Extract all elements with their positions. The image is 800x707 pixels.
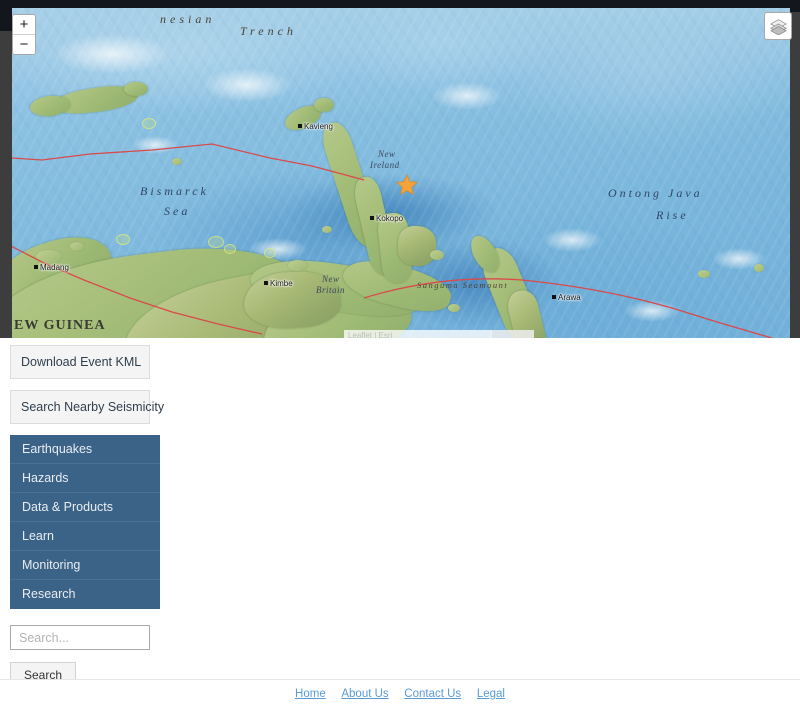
sidebar-item-monitoring[interactable]: Monitoring (10, 551, 160, 580)
footer-link-about-us[interactable]: About Us (341, 688, 388, 700)
sidebar-item-data-products[interactable]: Data & Products (10, 493, 160, 522)
search-nearby-seismicity-button[interactable]: Search Nearby Seismicity (10, 390, 164, 424)
event-action-column: Download Event KML Search Nearby Seismic… (10, 300, 164, 688)
map-shoal (202, 68, 292, 102)
map-islet (322, 226, 332, 233)
map-reef (264, 248, 276, 258)
map-islet (754, 264, 764, 272)
footer: Home About Us Contact Us Legal (0, 679, 800, 707)
map-overlay-left-bar (0, 8, 12, 338)
map-layers-control-button[interactable] (764, 12, 792, 40)
map-shoal (624, 300, 680, 322)
map-islet (448, 304, 460, 312)
map-shoal (542, 228, 602, 252)
map-islet (70, 242, 84, 251)
map-attribution: Leaflet | Esri (344, 330, 492, 338)
map-overlay-right-top (790, 0, 800, 12)
sidebar-nav: Earthquakes Hazards Data & Products Lear… (10, 435, 160, 609)
map-islet (172, 158, 182, 165)
footer-link-home[interactable]: Home (295, 688, 326, 700)
map-shoal (432, 82, 502, 110)
sidebar-item-learn[interactable]: Learn (10, 522, 160, 551)
map-land-new-ireland-4 (396, 225, 438, 267)
search-input[interactable] (10, 625, 150, 650)
footer-link-contact-us[interactable]: Contact Us (404, 688, 461, 700)
map-overlay-right-bar (790, 8, 800, 338)
map-land-kavieng-islet (314, 98, 334, 112)
map-overlay-top-bar (0, 0, 800, 8)
zoom-in-button[interactable]: + (13, 15, 35, 35)
map-reef (116, 234, 130, 245)
sidebar-item-earthquakes[interactable]: Earthquakes (10, 435, 160, 464)
map-islet (430, 250, 444, 260)
map-overlay: nesian Trench Bismarck Sea Ontong Java R… (0, 0, 800, 338)
download-event-kml-button[interactable]: Download Event KML (10, 345, 150, 379)
map-overlay-left-bar-dark (0, 8, 12, 31)
map-zoom-control: + − (12, 14, 36, 55)
map-reef (224, 244, 236, 254)
map-islet (698, 270, 710, 278)
map-islet (36, 250, 62, 263)
map-reef (142, 118, 156, 129)
footer-link-legal[interactable]: Legal (477, 688, 505, 700)
sidebar-item-hazards[interactable]: Hazards (10, 464, 160, 493)
map-reef (208, 236, 224, 248)
layers-stack-icon (769, 18, 787, 35)
zoom-out-button[interactable]: − (13, 35, 35, 54)
map-canvas[interactable]: nesian Trench Bismarck Sea Ontong Java R… (12, 8, 790, 338)
map-attribution-extra (490, 330, 534, 338)
map-land-admiralty-3 (124, 82, 148, 96)
earthquake-epicenter-star-icon[interactable] (396, 174, 418, 196)
map-shoal (52, 34, 172, 74)
sidebar-item-research[interactable]: Research (10, 580, 160, 609)
map-islet (288, 260, 308, 271)
map-shoal (132, 136, 178, 154)
